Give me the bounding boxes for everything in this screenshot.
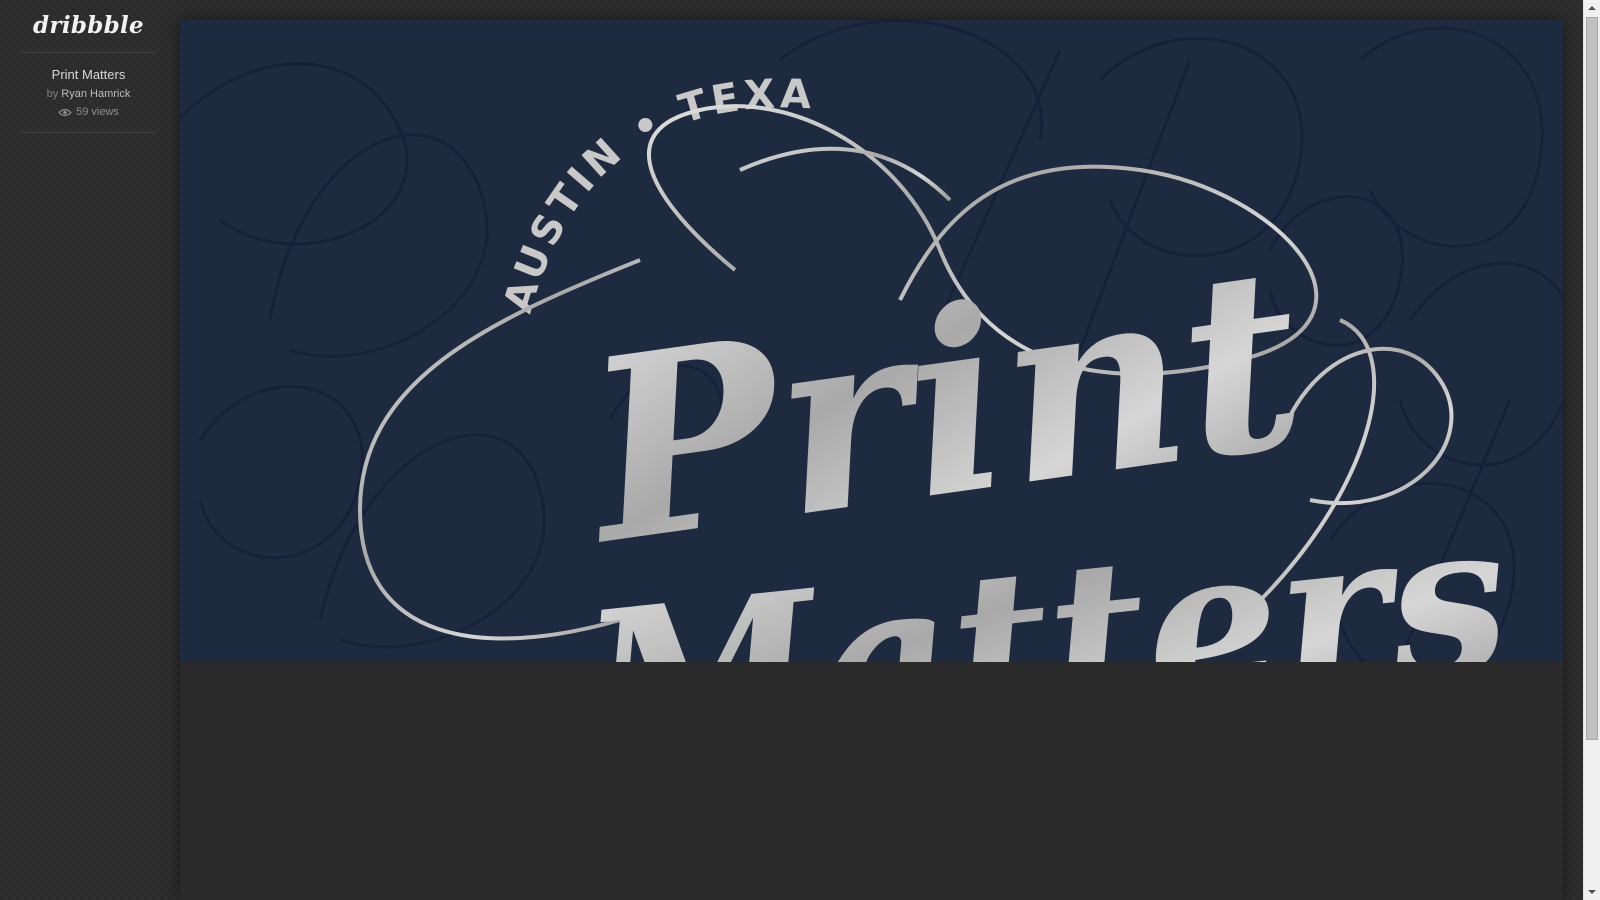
shot-stage: AUSTIN • TEXAS Print Matters: [180, 20, 1563, 900]
byline: by Ryan Hamrick: [20, 87, 157, 101]
by-prefix: by: [46, 88, 59, 100]
vertical-scrollbar[interactable]: [1583, 0, 1600, 900]
shot-title: Print Matters: [51, 67, 126, 82]
arrow-down-icon: [1588, 890, 1596, 894]
print-matters-artwork: AUSTIN • TEXAS Print Matters: [180, 20, 1563, 662]
logo-text: dribbble: [33, 12, 144, 39]
views-count: 59 views: [20, 105, 157, 119]
shot-image[interactable]: AUSTIN • TEXAS Print Matters: [180, 20, 1563, 662]
scroll-up-button[interactable]: [1584, 0, 1600, 16]
scroll-down-button[interactable]: [1584, 884, 1600, 900]
sidebar: dribbble Print Matters by Ryan Hamrick 5…: [20, 0, 157, 133]
arrow-up-icon: [1588, 6, 1596, 10]
eye-icon: [58, 108, 72, 116]
shot-meta: Print Matters by Ryan Hamrick 59 views: [20, 53, 157, 133]
views-label: 59 views: [76, 106, 119, 118]
author-link[interactable]: Ryan Hamrick: [61, 88, 130, 100]
scroll-thumb[interactable]: [1586, 17, 1598, 740]
dribbble-logo[interactable]: dribbble: [20, 0, 157, 53]
